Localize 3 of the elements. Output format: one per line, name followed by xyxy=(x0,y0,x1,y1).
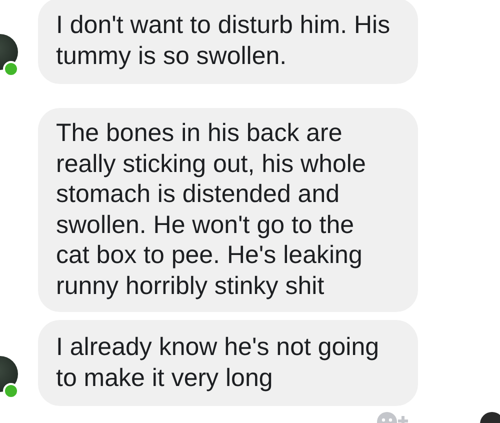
message-bubble: I don't want to disturb him. His tummy is so swollen. xyxy=(38,0,418,84)
message-bubble: I already know he's not going to make it very long xyxy=(38,320,418,406)
message-bubble: The bones in his back are really sticking out, his whole stomach is distended and swollen. He won't go to the cat box to pee. He's leaking runny horribly stinky shit xyxy=(38,108,418,312)
